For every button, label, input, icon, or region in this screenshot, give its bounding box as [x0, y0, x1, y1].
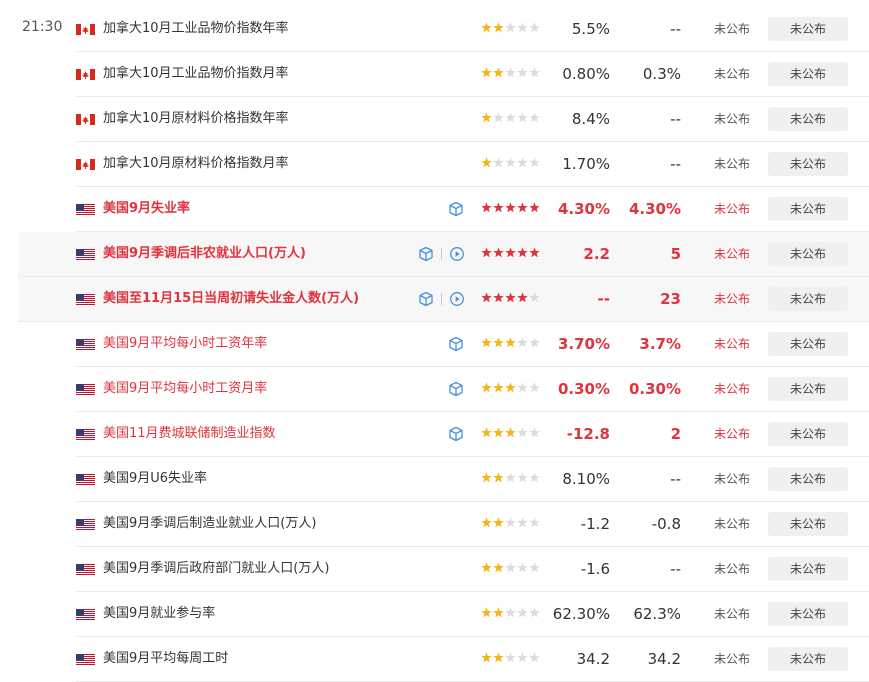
status-button[interactable]: 未公布	[768, 17, 848, 41]
actual-value: 未公布	[714, 22, 751, 36]
status-button[interactable]: 未公布	[768, 107, 848, 131]
status-button[interactable]: 未公布	[768, 62, 848, 86]
status-button[interactable]: 未公布	[768, 647, 848, 671]
status-button[interactable]: 未公布	[768, 467, 848, 491]
event-row[interactable]: 加拿大10月原材料价格指数月率 1.70% -- 未公布 未公布	[76, 142, 869, 187]
event-row[interactable]: 美国9月就业参与率 62.30% 62.3% 未公布 未公布	[76, 592, 869, 637]
time-label: 21:30	[22, 19, 63, 35]
economic-calendar: 21:30 加拿大10月工业品物价指数年率 5.5% -- 未公布 未公布 加拿大10月工…	[0, 0, 869, 682]
actual-value: 未公布	[714, 472, 751, 486]
forecast-value: --	[670, 20, 681, 38]
status-button[interactable]: 未公布	[768, 422, 848, 446]
event-row[interactable]: 美国9月季调后制造业就业人口(万人) -1.2 -0.8 未公布 未公布	[76, 502, 869, 547]
forecast-value: --	[670, 470, 681, 488]
status-button[interactable]: 未公布	[768, 557, 848, 581]
actual-value: 未公布	[714, 562, 751, 576]
event-row[interactable]: 美国9月平均每周工时 34.2 34.2 未公布 未公布	[76, 637, 869, 682]
event-row[interactable]: 加拿大10月工业品物价指数月率 0.80% 0.3% 未公布 未公布	[76, 52, 869, 97]
forecast-value: 2	[670, 425, 681, 443]
actual-value: 未公布	[714, 427, 751, 441]
event-row[interactable]: 加拿大10月工业品物价指数年率 5.5% -- 未公布 未公布	[76, 7, 869, 52]
forecast-value: 0.30%	[628, 380, 681, 398]
actual-value: 未公布	[714, 607, 751, 621]
forecast-value: --	[670, 560, 681, 578]
status-button[interactable]: 未公布	[768, 197, 848, 221]
actual-value: 未公布	[714, 517, 751, 531]
forecast-value: 4.30%	[628, 200, 681, 218]
event-row[interactable]: 美国9月季调后政府部门就业人口(万人) -1.6 -- 未公布 未公布	[76, 547, 869, 592]
forecast-value: --	[670, 110, 681, 128]
event-row[interactable]: 美国9月平均每小时工资月率 0.30% 0.30% 未公布 未公布	[76, 367, 869, 412]
forecast-value: 3.7%	[639, 335, 681, 353]
actual-value: 未公布	[714, 652, 751, 666]
forecast-value: --	[670, 155, 681, 173]
event-row[interactable]: 美国9月平均每小时工资年率 3.70% 3.7% 未公布 未公布	[76, 322, 869, 367]
actual-value: 未公布	[714, 292, 751, 306]
forecast-value: 62.3%	[633, 605, 681, 623]
actual-value: 未公布	[714, 202, 751, 216]
event-row[interactable]: 美国11月费城联储制造业指数 -12.8 2 未公布 未公布	[76, 412, 869, 457]
actual-value: 未公布	[714, 112, 751, 126]
forecast-value: 34.2	[647, 650, 681, 668]
forecast-value: -0.8	[651, 515, 681, 533]
event-row[interactable]: 美国9月失业率 4.30% 4.30% 未公布 未公布	[76, 187, 869, 232]
event-row[interactable]: 美国9月季调后非农就业人口(万人) 2.2 5 未公布 未公布	[18, 232, 869, 277]
actual-value: 未公布	[714, 247, 751, 261]
actual-value: 未公布	[714, 337, 751, 351]
status-button[interactable]: 未公布	[768, 332, 848, 356]
status-button[interactable]: 未公布	[768, 242, 848, 266]
status-button[interactable]: 未公布	[768, 602, 848, 626]
actual-value: 未公布	[714, 157, 751, 171]
event-row[interactable]: 加拿大10月原材料价格指数年率 8.4% -- 未公布 未公布	[76, 97, 869, 142]
status-button[interactable]: 未公布	[768, 152, 848, 176]
status-button[interactable]: 未公布	[768, 287, 848, 311]
status-button[interactable]: 未公布	[768, 377, 848, 401]
forecast-value: 23	[660, 290, 681, 308]
forecast-value: 0.3%	[642, 65, 681, 83]
actual-value: 未公布	[714, 382, 751, 396]
forecast-value: 5	[670, 245, 681, 263]
event-row[interactable]: 美国至11月15日当周初请失业金人数(万人) -- 23 未公布 未公布	[18, 277, 869, 322]
actual-value: 未公布	[714, 67, 751, 81]
event-row[interactable]: 美国9月U6失业率 8.10% -- 未公布 未公布	[76, 457, 869, 502]
status-button[interactable]: 未公布	[768, 512, 848, 536]
